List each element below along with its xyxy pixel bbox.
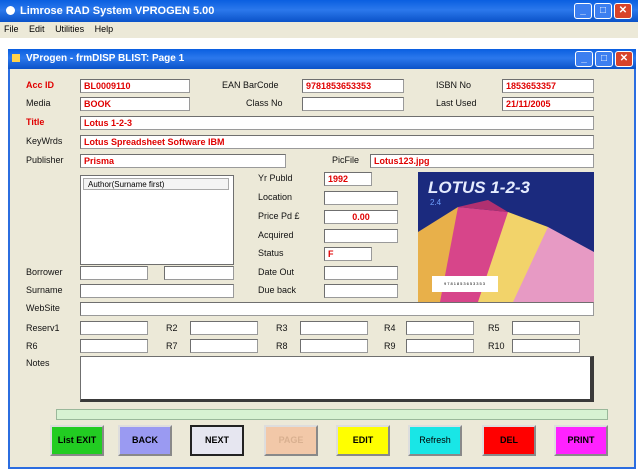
author-list[interactable]: Author(Surname first) [80, 175, 234, 265]
form-titlebar: VProgen - frmDISP BLIST: Page 1 _ □ ✕ [8, 49, 636, 69]
borrower-field[interactable] [80, 266, 148, 280]
isbn-label: ISBN No [436, 80, 472, 90]
status-label: Status [258, 248, 284, 258]
print-button[interactable]: PRINT [554, 425, 608, 456]
r6-label: R6 [26, 341, 38, 351]
website-field[interactable] [80, 302, 594, 316]
isbn-field[interactable]: 1853653357 [502, 79, 594, 93]
book-cover-image: LOTUS 1-2-3 2.4 9781853653353 [418, 172, 594, 302]
media-field[interactable]: BOOK [80, 97, 190, 111]
publisher-field[interactable]: Prisma [80, 154, 286, 168]
menu-file[interactable]: File [4, 24, 19, 34]
menu-help[interactable]: Help [95, 24, 114, 34]
list-exit-button[interactable]: List EXIT [50, 425, 104, 456]
reserv1-label: Reserv1 [26, 323, 60, 333]
date-out-label: Date Out [258, 267, 295, 277]
status-field[interactable]: F [324, 247, 372, 261]
r5-field[interactable] [512, 321, 580, 335]
del-button[interactable]: DEL [482, 425, 536, 456]
date-out-field[interactable] [324, 266, 398, 280]
form-icon [12, 54, 20, 62]
ean-field[interactable]: 9781853653353 [302, 79, 404, 93]
next-button[interactable]: NEXT [190, 425, 244, 456]
yr-publd-label: Yr Publd [258, 173, 293, 183]
keywords-field[interactable]: Lotus Spreadsheet Software IBM [80, 135, 594, 149]
price-pd-label: Price Pd £ [258, 211, 300, 221]
r10-field[interactable] [512, 339, 580, 353]
app-title: Limrose RAD System VPROGEN 5.00 [20, 5, 215, 17]
status-strip [56, 409, 608, 420]
class-no-field[interactable] [302, 97, 404, 111]
form-title: VProgen - frmDISP BLIST: Page 1 [26, 53, 185, 64]
r7-label: R7 [166, 341, 178, 351]
location-field[interactable] [324, 191, 398, 205]
barcode-text: 9781853653353 [444, 281, 486, 286]
r4-label: R4 [384, 323, 396, 333]
r3-label: R3 [276, 323, 288, 333]
acc-id-field[interactable]: BL0009110 [80, 79, 190, 93]
due-back-label: Due back [258, 285, 297, 295]
r2-field[interactable] [190, 321, 258, 335]
r9-label: R9 [384, 341, 396, 351]
form-minimize-icon[interactable]: _ [575, 51, 593, 67]
menu-utilities[interactable]: Utilities [55, 24, 84, 34]
form-maximize-icon[interactable]: □ [595, 51, 613, 67]
r6-field[interactable] [80, 339, 148, 353]
form-close-icon[interactable]: ✕ [615, 51, 633, 67]
reserv1-field[interactable] [80, 321, 148, 335]
surname-label: Surname [26, 285, 63, 295]
minimize-icon[interactable]: _ [574, 3, 592, 19]
menu-bar: File Edit Utilities Help [0, 22, 638, 38]
notes-label: Notes [26, 358, 50, 368]
acquired-label: Acquired [258, 230, 294, 240]
borrower-label: Borrower [26, 267, 63, 277]
r10-label: R10 [488, 341, 505, 351]
app-titlebar: Limrose RAD System VPROGEN 5.00 _ □ ✕ [0, 0, 638, 22]
acquired-field[interactable] [324, 229, 398, 243]
title-label: Title [26, 117, 45, 127]
last-used-field[interactable]: 21/11/2005 [502, 97, 594, 111]
last-used-label: Last Used [436, 98, 477, 108]
picfile-label: PicFile [332, 155, 360, 165]
r5-label: R5 [488, 323, 500, 333]
publisher-label: Publisher [26, 155, 64, 165]
app-icon [6, 6, 15, 15]
r3-field[interactable] [300, 321, 368, 335]
keywords-label: KeyWrds [26, 136, 63, 146]
back-button[interactable]: BACK [118, 425, 172, 456]
acc-id-label: Acc ID [26, 80, 55, 90]
page-button[interactable]: PAGE [264, 425, 318, 456]
close-icon[interactable]: ✕ [614, 3, 632, 19]
r9-field[interactable] [406, 339, 474, 353]
author-list-header: Author(Surname first) [83, 178, 229, 190]
r2-label: R2 [166, 323, 178, 333]
menu-edit[interactable]: Edit [29, 24, 45, 34]
edit-button[interactable]: EDIT [336, 425, 390, 456]
class-no-label: Class No [246, 98, 283, 108]
yr-publd-field[interactable]: 1992 [324, 172, 372, 186]
picfile-field[interactable]: Lotus123.jpg [370, 154, 594, 168]
r4-field[interactable] [406, 321, 474, 335]
ean-label: EAN BarCode [222, 80, 279, 90]
maximize-icon[interactable]: □ [594, 3, 612, 19]
surname-field[interactable] [80, 284, 234, 298]
title-field[interactable]: Lotus 1-2-3 [80, 116, 594, 130]
notes-field[interactable] [80, 356, 594, 402]
due-back-field[interactable] [324, 284, 398, 298]
location-label: Location [258, 192, 293, 202]
r8-field[interactable] [300, 339, 368, 353]
media-label: Media [26, 98, 51, 108]
borrower-field-2[interactable] [164, 266, 234, 280]
r7-field[interactable] [190, 339, 258, 353]
website-label: WebSite [26, 303, 60, 313]
r8-label: R8 [276, 341, 288, 351]
cover-barcode: 9781853653353 [432, 276, 498, 292]
price-pd-field[interactable]: 0.00 [324, 210, 398, 224]
refresh-button[interactable]: Refresh [408, 425, 462, 456]
